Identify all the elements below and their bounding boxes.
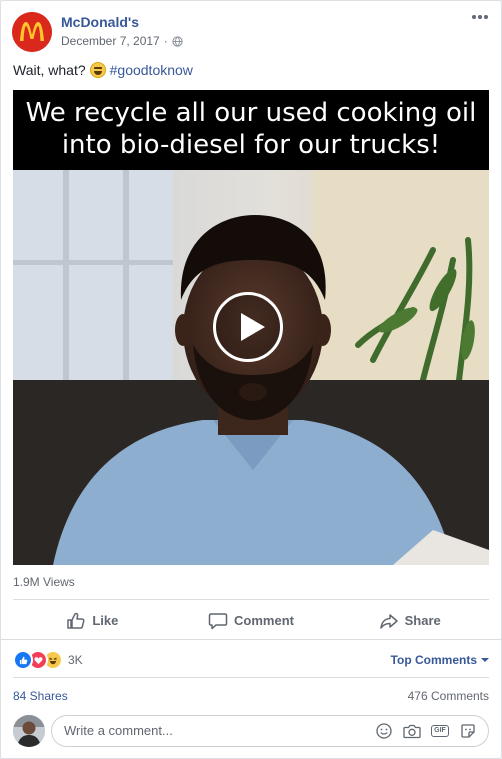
divider bbox=[1, 639, 501, 640]
video-frame bbox=[13, 170, 489, 565]
comments-count-link[interactable]: 476 Comments bbox=[408, 689, 489, 703]
reaction-count[interactable]: 3K bbox=[68, 653, 83, 667]
like-button[interactable]: Like bbox=[13, 604, 172, 637]
video-text-overlay: We recycle all our used cooking oil into… bbox=[13, 90, 489, 170]
more-options-icon[interactable] bbox=[471, 7, 489, 25]
caption-text: Wait, what? bbox=[13, 62, 86, 78]
play-button[interactable] bbox=[213, 292, 283, 362]
shares-count-link[interactable]: 84 Shares bbox=[13, 689, 68, 703]
sticker-icon[interactable] bbox=[458, 722, 478, 740]
top-comments-label: Top Comments bbox=[390, 653, 477, 667]
comment-label: Comment bbox=[234, 613, 294, 628]
hashtag-link[interactable]: #goodtoknow bbox=[110, 62, 193, 78]
caret-down-icon bbox=[481, 658, 489, 662]
comment-button[interactable]: Comment bbox=[172, 604, 331, 637]
comment-input[interactable] bbox=[62, 722, 366, 739]
overlay-line-1: We recycle all our used cooking oil bbox=[25, 98, 477, 128]
emoji-icon[interactable] bbox=[374, 722, 394, 740]
page-avatar[interactable] bbox=[12, 12, 52, 52]
meta-separator: · bbox=[163, 34, 168, 48]
speech-bubble-icon bbox=[208, 612, 228, 629]
reaction-icons[interactable] bbox=[13, 650, 63, 670]
like-reaction-icon bbox=[13, 650, 33, 670]
reactions-summary: 3K Top Comments bbox=[13, 650, 489, 670]
view-count: 1.9M Views bbox=[13, 575, 75, 589]
action-bar: Like Comment Share bbox=[13, 604, 489, 637]
globe-icon[interactable] bbox=[172, 35, 183, 47]
gif-icon[interactable]: GIF bbox=[430, 722, 450, 740]
post-card: McDonald's December 7, 2017 · Wait, what… bbox=[0, 0, 502, 759]
divider bbox=[13, 677, 489, 678]
video-player[interactable]: We recycle all our used cooking oil into… bbox=[13, 90, 489, 565]
post-meta: December 7, 2017 · bbox=[61, 34, 183, 48]
user-avatar[interactable] bbox=[13, 714, 45, 747]
post-caption: Wait, what? #goodtoknow bbox=[13, 62, 193, 78]
share-label: Share bbox=[404, 613, 441, 628]
comment-composer: GIF bbox=[13, 714, 489, 747]
divider bbox=[13, 599, 489, 600]
user-photo-icon bbox=[13, 714, 45, 747]
thumbs-up-icon bbox=[67, 612, 85, 629]
like-label: Like bbox=[92, 613, 119, 628]
stats-row: 84 Shares 476 Comments bbox=[13, 689, 489, 703]
comment-box: GIF bbox=[51, 714, 489, 747]
share-button[interactable]: Share bbox=[330, 604, 489, 637]
mcdonalds-logo-icon bbox=[12, 12, 52, 52]
overlay-line-2: into bio-diesel for our trucks! bbox=[61, 130, 441, 160]
camera-icon[interactable] bbox=[402, 722, 422, 740]
share-arrow-icon bbox=[379, 613, 398, 629]
page-name-link[interactable]: McDonald's bbox=[61, 14, 139, 30]
top-comments-dropdown[interactable]: Top Comments bbox=[391, 653, 489, 667]
post-date[interactable]: December 7, 2017 bbox=[61, 34, 160, 48]
laughing-emoji-icon bbox=[89, 62, 106, 78]
